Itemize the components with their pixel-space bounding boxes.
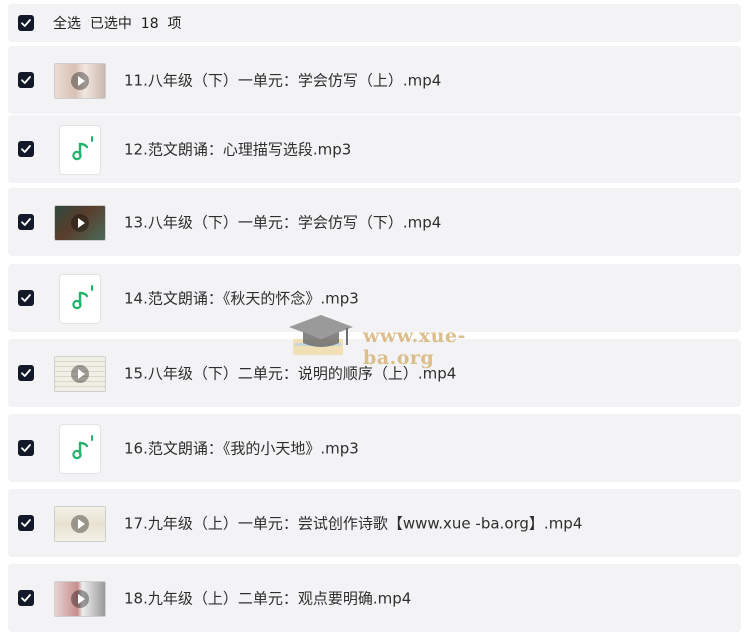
music-note-icon [72,435,93,460]
file-name[interactable]: 12.范文朗诵：心理描写选段.mp3 [124,139,351,160]
file-row[interactable]: 11.八年级（下）一单元：学会仿写（上）.mp4 [8,46,741,114]
check-icon [21,369,31,377]
music-note-icon [72,285,93,310]
file-row[interactable]: 14.范文朗诵：《秋天的怀念》.mp3 [8,264,741,332]
check-icon [21,519,31,527]
music-note-icon [72,136,93,161]
file-checkbox[interactable] [18,214,34,230]
file-row[interactable]: 17.九年级（上）一单元：尝试创作诗歌【www.xue -ba.org】.mp4 [8,489,741,557]
video-thumbnail [54,581,106,617]
play-icon [71,72,89,90]
play-icon [71,515,89,533]
file-checkbox[interactable] [18,141,34,157]
audio-thumbnail [59,125,101,175]
check-icon [21,145,31,153]
check-icon [21,19,31,27]
file-row[interactable]: 13.八年级（下）一单元：学会仿写（下）.mp4 [8,188,741,256]
play-icon [71,590,89,608]
audio-thumbnail [59,274,101,324]
select-all-checkbox[interactable] [18,15,34,31]
file-checkbox[interactable] [18,365,34,381]
file-row[interactable]: 18.九年级（上）二单元：观点要明确.mp4 [8,564,741,632]
play-icon [71,214,89,232]
video-thumbnail [54,356,106,392]
file-checkbox[interactable] [18,590,34,606]
file-name[interactable]: 14.范文朗诵：《秋天的怀念》.mp3 [124,288,359,309]
check-icon [21,218,31,226]
file-name[interactable]: 16.范文朗诵：《我的小天地》.mp3 [124,438,359,459]
file-name[interactable]: 13.八年级（下）一单元：学会仿写（下）.mp4 [124,212,441,233]
video-thumbnail [54,205,106,241]
file-checkbox[interactable] [18,515,34,531]
selection-count-text: 全选 已选中 18 项 [53,16,182,32]
file-row[interactable]: 16.范文朗诵：《我的小天地》.mp3 [8,414,741,482]
file-name[interactable]: 11.八年级（下）一单元：学会仿写（上）.mp4 [124,70,441,91]
file-checkbox[interactable] [18,290,34,306]
video-thumbnail [54,63,106,99]
file-row[interactable]: 12.范文朗诵：心理描写选段.mp3 [8,115,741,183]
select-all-bar: 全选 已选中 18 项 [8,4,741,42]
file-name[interactable]: 18.九年级（上）二单元：观点要明确.mp4 [124,588,411,609]
play-icon [71,365,89,383]
file-checkbox[interactable] [18,440,34,456]
file-row[interactable]: 15.八年级（下）二单元：说明的顺序（上）.mp4 [8,339,741,407]
file-name[interactable]: 17.九年级（上）一单元：尝试创作诗歌【www.xue -ba.org】.mp4 [124,513,582,534]
video-thumbnail [54,506,106,542]
check-icon [21,444,31,452]
audio-thumbnail [59,424,101,474]
check-icon [21,76,31,84]
check-icon [21,294,31,302]
file-checkbox[interactable] [18,72,34,88]
file-name[interactable]: 15.八年级（下）二单元：说明的顺序（上）.mp4 [124,363,456,384]
check-icon [21,594,31,602]
